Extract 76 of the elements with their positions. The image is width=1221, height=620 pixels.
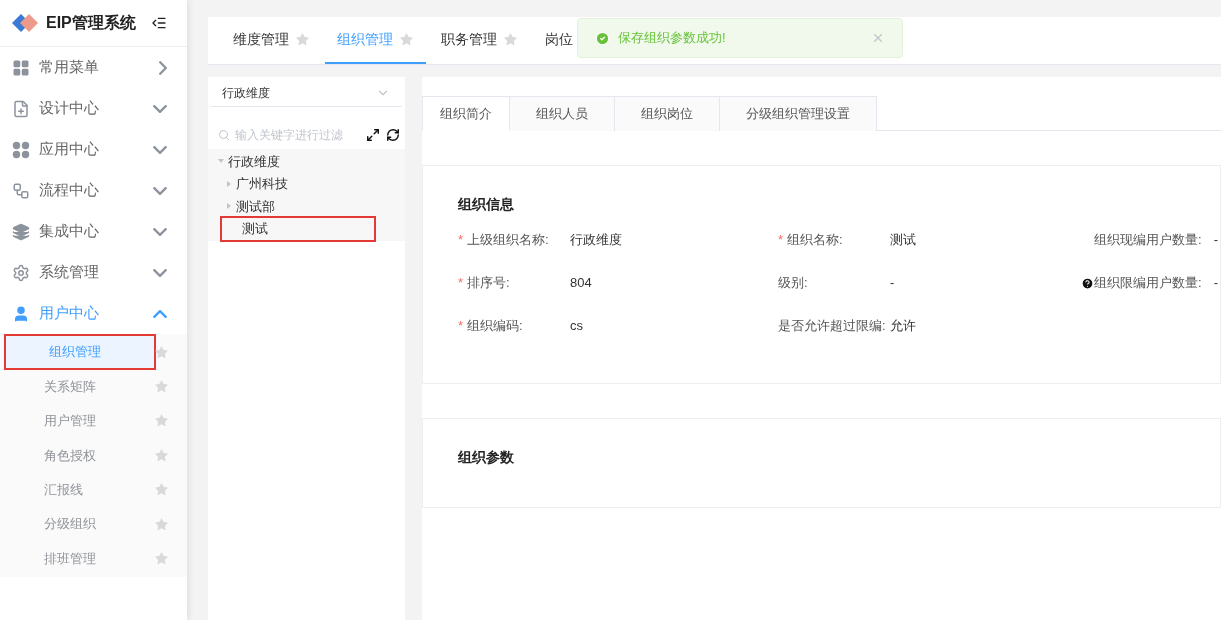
required-mark: * xyxy=(458,317,464,336)
star-icon[interactable] xyxy=(295,31,310,47)
tree-node[interactable]: 测试 xyxy=(222,217,374,240)
dimension-select[interactable]: 行政维度 xyxy=(211,79,402,107)
field-label: 是否允许超过限编: xyxy=(778,317,886,336)
field-label: 级别: xyxy=(778,274,808,293)
detail-tab[interactable]: 组织岗位 xyxy=(615,96,720,131)
tree-node[interactable]: 广州科技 xyxy=(222,172,288,195)
field-value: 行政维度 xyxy=(570,231,622,250)
app-title: EIP管理系统 xyxy=(46,13,136,33)
menu-item[interactable]: 系统管理 xyxy=(0,252,187,293)
field-label: 组织现编用户数量: xyxy=(1094,231,1202,250)
star-icon[interactable] xyxy=(154,447,169,463)
flow-icon xyxy=(12,181,30,200)
star-icon[interactable] xyxy=(154,379,169,395)
page-tab[interactable]: 维度管理 xyxy=(221,16,322,64)
field-label: 组织编码: xyxy=(467,317,523,336)
toast-message: 保存组织参数成功! xyxy=(618,29,726,48)
chevron-icon xyxy=(153,309,167,318)
section-title: 组织参数 xyxy=(458,448,515,467)
tree-node[interactable]: 测试部 xyxy=(222,195,275,218)
apps-icon xyxy=(12,140,30,159)
menu-item[interactable]: 常用菜单 xyxy=(0,47,187,88)
tree-node[interactable]: 行政维度 xyxy=(214,150,280,173)
menu-item[interactable]: 集成中心 xyxy=(0,211,187,252)
grid-icon xyxy=(12,58,30,77)
refresh-icon[interactable] xyxy=(386,128,400,142)
menu-item[interactable]: 设计中心 xyxy=(0,88,187,129)
close-icon[interactable] xyxy=(871,31,885,45)
submenu-item[interactable]: 用户管理 xyxy=(0,403,187,439)
help-icon[interactable] xyxy=(1081,276,1095,290)
detail-tab[interactable]: 组织人员 xyxy=(510,96,615,131)
star-icon[interactable] xyxy=(154,551,169,567)
document-icon xyxy=(12,99,30,118)
search-field[interactable]: 输入关键字进行过滤 xyxy=(218,126,360,144)
layers-icon xyxy=(12,222,30,241)
success-icon xyxy=(595,30,610,46)
chevron-icon xyxy=(153,268,167,277)
detail-tab[interactable]: 组织简介 xyxy=(422,96,510,131)
user-icon xyxy=(12,304,30,323)
chevron-icon xyxy=(153,104,167,113)
field-value: - xyxy=(890,274,895,293)
required-mark: * xyxy=(778,231,784,250)
field-value: 测试 xyxy=(890,231,916,250)
menu-item[interactable]: 应用中心 xyxy=(0,129,187,170)
star-icon[interactable] xyxy=(399,31,414,47)
field-label: 组织名称: xyxy=(787,231,843,250)
section-title: 组织信息 xyxy=(458,195,515,214)
field-value: 804 xyxy=(570,274,592,293)
menu-item[interactable]: 流程中心 xyxy=(0,170,187,211)
star-icon[interactable] xyxy=(154,516,169,532)
chevron-icon xyxy=(153,145,167,154)
detail-tab[interactable]: 分级组织管理设置 xyxy=(720,96,877,131)
expand-icon[interactable] xyxy=(366,128,380,142)
star-icon[interactable] xyxy=(503,31,518,47)
field-label: 上级组织名称: xyxy=(467,231,549,250)
chevron-icon xyxy=(159,60,167,75)
field-value: cs xyxy=(570,317,583,336)
page-tab[interactable]: 职务管理 xyxy=(429,16,530,64)
star-icon[interactable] xyxy=(154,482,169,498)
chevron-icon xyxy=(153,227,167,236)
field-value: - xyxy=(1213,231,1218,250)
field-value: 允许 xyxy=(890,317,916,336)
logo-icon xyxy=(12,14,38,32)
required-mark: * xyxy=(458,231,464,250)
collapse-menu-icon[interactable] xyxy=(151,15,167,31)
field-label: 排序号: xyxy=(467,274,510,293)
field-value: - xyxy=(1213,274,1218,293)
star-icon[interactable] xyxy=(154,344,169,360)
submenu-item[interactable]: 排班管理 xyxy=(0,541,187,576)
chevron-icon xyxy=(153,186,167,195)
search-icon xyxy=(218,129,230,141)
field-label: 组织限编用户数量: xyxy=(1094,274,1202,293)
star-icon[interactable] xyxy=(154,413,169,429)
settings-icon xyxy=(12,263,30,282)
required-mark: * xyxy=(458,274,464,293)
